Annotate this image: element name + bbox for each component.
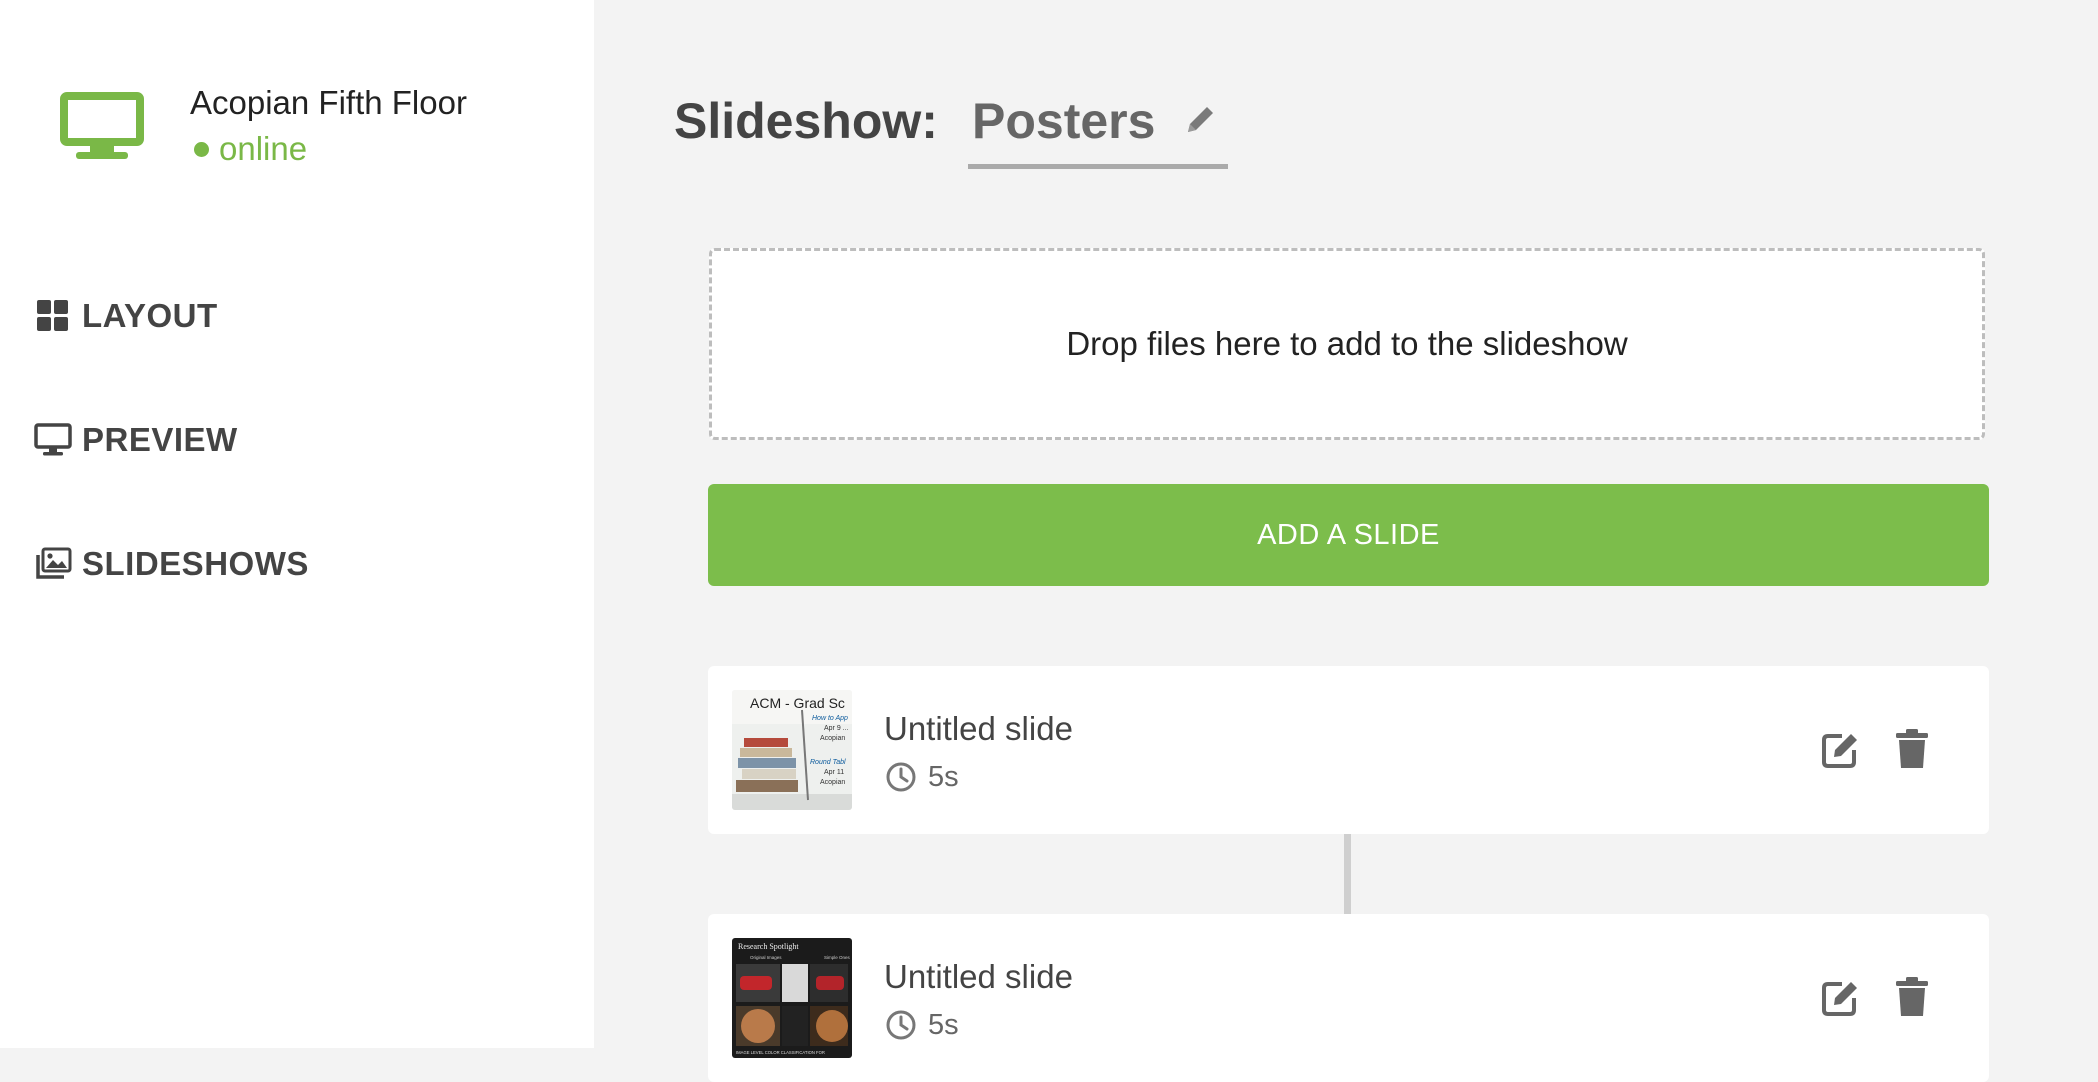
thumb-line5: Round Tabl bbox=[810, 759, 846, 766]
status-text: online bbox=[219, 130, 308, 167]
thumb-line2: How to App bbox=[812, 715, 848, 722]
thumb-line6: Apr 11 bbox=[824, 769, 844, 776]
slide-duration-value: 5s bbox=[928, 1008, 959, 1041]
page-title: Slideshow: bbox=[674, 93, 938, 149]
slide-thumbnail[interactable]: ACM - Grad Sc How to App Apr 9 ... Acopi… bbox=[732, 690, 852, 810]
clock-icon bbox=[886, 762, 916, 792]
thumb-heading: Research Spotlight bbox=[738, 942, 799, 951]
slide-thumbnail-image: ACM - Grad Sc How to App Apr 9 ... Acopi… bbox=[732, 690, 852, 810]
images-icon bbox=[36, 547, 72, 579]
display-name: Acopian Fifth Floor bbox=[190, 84, 467, 121]
nav-label: PREVIEW bbox=[82, 421, 238, 458]
thumb-right-label: Simple Ones bbox=[824, 955, 851, 960]
thumb-line4: Acopian bbox=[820, 735, 845, 742]
dropzone-text: Drop files here to add to the slideshow bbox=[1066, 325, 1628, 362]
slide-card[interactable]: ACM - Grad Sc How to App Apr 9 ... Acopi… bbox=[708, 666, 1989, 834]
thumb-footer: IMAGE LEVEL COLOR CLASSIFICATION FOR bbox=[736, 1050, 825, 1055]
sidebar: Acopian Fifth Floor online LAYOUT PREVIE… bbox=[0, 0, 594, 1048]
thumb-left-label: Original Images bbox=[750, 955, 782, 960]
thumb-line1: ACM - Grad Sc bbox=[750, 695, 845, 711]
thumb-line7: Acopian bbox=[820, 779, 845, 786]
thumb-line3: Apr 9 ... bbox=[824, 725, 849, 732]
trash-icon[interactable] bbox=[1894, 728, 1930, 770]
slide-card[interactable]: Research Spotlight Original Images Simpl… bbox=[708, 914, 1989, 1082]
monitor-icon bbox=[60, 92, 144, 159]
trash-icon[interactable] bbox=[1894, 976, 1930, 1018]
slideshow-name-value: Posters bbox=[972, 93, 1156, 149]
slide-thumbnail-image: Research Spotlight Original Images Simpl… bbox=[732, 938, 852, 1058]
slide-title: Untitled slide bbox=[884, 958, 1073, 995]
slide-duration: 5s bbox=[884, 1008, 959, 1042]
slide-duration: 5s bbox=[884, 760, 959, 794]
slide-thumbnail[interactable]: Research Spotlight Original Images Simpl… bbox=[732, 938, 852, 1058]
grid-icon bbox=[37, 300, 68, 331]
slide-connector bbox=[1344, 834, 1351, 914]
file-dropzone[interactable]: Drop files here to add to the slideshow bbox=[709, 248, 1985, 440]
nav-item-slideshows[interactable]: SLIDESHOWS bbox=[34, 540, 309, 588]
add-slide-button[interactable]: ADD A SLIDE bbox=[708, 484, 1989, 586]
clock-icon bbox=[886, 1010, 916, 1040]
monitor-icon bbox=[34, 423, 72, 456]
display-status: online bbox=[194, 130, 307, 168]
nav-item-layout[interactable]: LAYOUT bbox=[34, 292, 218, 340]
slide-duration-value: 5s bbox=[928, 760, 959, 793]
edit-icon[interactable] bbox=[1820, 730, 1860, 770]
main-content: Slideshow: Posters Drop files here to ad… bbox=[594, 0, 2098, 1082]
edit-icon[interactable] bbox=[1820, 978, 1860, 1018]
nav-item-preview[interactable]: PREVIEW bbox=[34, 416, 238, 464]
pencil-icon[interactable] bbox=[1180, 100, 1220, 140]
nav-label: LAYOUT bbox=[82, 297, 218, 334]
status-dot-icon bbox=[194, 141, 209, 157]
slideshow-name-input[interactable]: Posters bbox=[968, 92, 1228, 169]
slide-title: Untitled slide bbox=[884, 710, 1073, 747]
nav-label: SLIDESHOWS bbox=[82, 545, 309, 582]
